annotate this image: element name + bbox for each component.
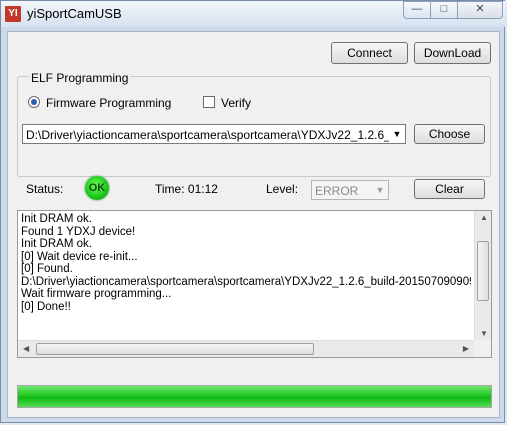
firmware-programming-radio[interactable] [28, 96, 40, 108]
log-line: Init DRAM ok. [21, 238, 92, 250]
log-line: Wait firmware programming... [21, 288, 172, 300]
scroll-left-icon[interactable]: ◀ [23, 344, 29, 353]
level-select[interactable]: ERROR ▼ [311, 180, 389, 200]
log-line: [0] Found. [21, 263, 73, 275]
radio-selected-icon [31, 99, 37, 105]
horizontal-scroll-thumb[interactable] [36, 343, 314, 355]
firmware-programming-label: Firmware Programming [46, 96, 172, 110]
maximize-icon: □ [440, 3, 448, 15]
progress-bar [17, 385, 492, 408]
log-line: D:\Driver\yiactioncamera\sportcamera\spo… [21, 275, 471, 288]
client-area: Connect DownLoad ELF Programming Firmwar… [7, 31, 500, 418]
title-bar[interactable]: YI yiSportCamUSB — □ ✕ [1, 1, 506, 27]
scroll-right-icon[interactable]: ▶ [463, 344, 469, 353]
level-value: ERROR [315, 184, 359, 198]
progress-bar-fill [18, 386, 491, 407]
scrollbar-corner [474, 340, 491, 357]
elf-programming-title: ELF Programming [29, 71, 131, 85]
log-lines: Init DRAM ok. Found 1 YDXJ device! Init … [21, 213, 471, 339]
minimize-button[interactable]: — [403, 1, 431, 19]
app-logo-icon: YI [5, 6, 21, 22]
vertical-scrollbar[interactable]: ▲ ▼ [474, 211, 491, 340]
status-label: Status: [26, 182, 64, 196]
log-line: Found 1 YDXJ device! [21, 225, 136, 238]
log-line: Init DRAM ok. [21, 213, 92, 225]
firmware-path-value: D:\Driver\yiactioncamera\sportcamera\spo… [26, 128, 406, 142]
window-title: yiSportCamUSB [27, 6, 122, 21]
scroll-down-icon[interactable]: ▼ [480, 329, 488, 338]
verify-checkbox[interactable] [203, 96, 215, 108]
maximize-button[interactable]: □ [430, 1, 458, 19]
scroll-up-icon[interactable]: ▲ [480, 213, 488, 222]
close-icon: ✕ [475, 3, 485, 15]
horizontal-scrollbar[interactable]: ◀ ▶ [18, 340, 474, 357]
log-line: [0] Done!! [21, 300, 71, 313]
download-button[interactable]: DownLoad [414, 42, 491, 64]
log-line: [0] Wait device re-init... [21, 250, 138, 263]
level-label: Level: [266, 182, 299, 196]
status-indicator: OK [85, 176, 109, 200]
clear-button[interactable]: Clear [414, 179, 485, 199]
log-output[interactable]: Init DRAM ok. Found 1 YDXJ device! Init … [17, 210, 492, 358]
vertical-scroll-thumb[interactable] [477, 241, 489, 301]
verify-label: Verify [221, 96, 252, 110]
chevron-down-icon[interactable]: ▼ [389, 125, 405, 143]
chevron-down-icon[interactable]: ▼ [372, 181, 388, 199]
firmware-path-combo[interactable]: D:\Driver\yiactioncamera\sportcamera\spo… [22, 124, 406, 144]
connect-button[interactable]: Connect [331, 42, 408, 64]
choose-button[interactable]: Choose [414, 124, 485, 144]
elapsed-time: Time: 01:12 [155, 182, 218, 196]
close-button[interactable]: ✕ [457, 1, 503, 19]
app-window: YI yiSportCamUSB — □ ✕ Connect DownLoad … [0, 0, 506, 423]
minimize-icon: — [411, 3, 423, 15]
